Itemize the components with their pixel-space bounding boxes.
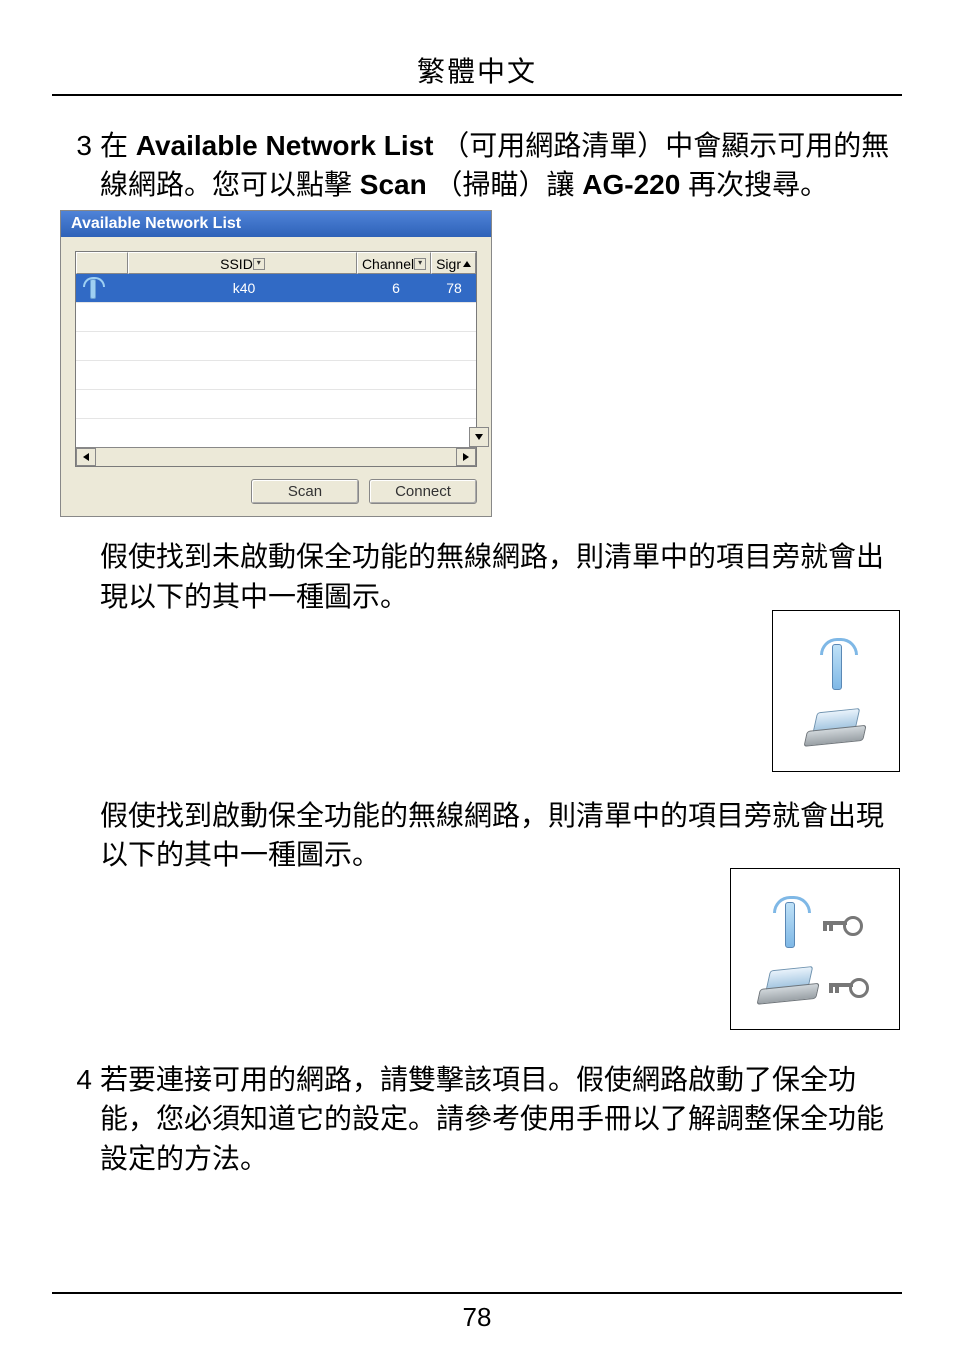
dropdown-icon[interactable]: ▾ [253, 258, 265, 270]
paragraph-secured: 假使找到啟動保全功能的無線網路，則清單中的項目旁就會出現以下的其中一種圖示。 [100, 796, 900, 874]
arrow-down-icon [475, 434, 483, 440]
step3-pre: 在 [100, 130, 136, 161]
step3-mid2: （掃瞄）讓 [435, 169, 583, 200]
network-row-channel: 6 [360, 274, 432, 302]
step3-text: 在 Available Network List （可用網路清單）中會顯示可用的… [100, 126, 902, 204]
step3-bold1: Available Network List [136, 130, 434, 161]
col-header-signal-label: Sigr [436, 256, 461, 272]
network-row-empty [76, 418, 476, 447]
key-icon [823, 914, 863, 932]
unsecured-icons-box [772, 610, 900, 772]
scroll-down-button[interactable] [469, 427, 489, 447]
col-header-signal[interactable]: Sigr [431, 252, 476, 274]
step3-bold2: Scan [360, 169, 427, 200]
arrow-right-icon [463, 453, 469, 461]
network-row-empty [76, 302, 476, 331]
network-list[interactable]: SSID ▾ Channel ▾ Sigr k40 6 [75, 251, 477, 467]
step3-post: 再次搜尋。 [688, 169, 828, 200]
key-icon [829, 976, 869, 994]
arrow-left-icon [83, 453, 89, 461]
horizontal-scrollbar[interactable] [76, 447, 476, 466]
step4-text: 若要連接可用的網路，請雙擊該項目。假使網路啟動了保全功能，您必須知道它的設定。請… [100, 1060, 902, 1178]
laptop-icon [756, 965, 821, 1005]
step4-number: 4 [52, 1060, 100, 1099]
network-row-ssid: k40 [128, 274, 360, 302]
scroll-left-button[interactable] [76, 448, 96, 466]
laptop-icon [803, 707, 868, 747]
panel-title: Available Network List [61, 211, 491, 237]
col-header-channel[interactable]: Channel ▾ [357, 252, 431, 274]
network-row-empty [76, 389, 476, 418]
network-row-empty [76, 360, 476, 389]
col-header-ssid[interactable]: SSID ▾ [128, 252, 357, 274]
ap-tower-icon [814, 638, 858, 692]
col-header-ssid-label: SSID [220, 256, 253, 272]
dropdown-icon[interactable]: ▾ [414, 258, 426, 270]
page-header: 繁體中文 [52, 50, 902, 96]
col-header-icon[interactable] [76, 252, 128, 274]
ap-tower-icon [80, 277, 104, 299]
step3-bold3: AG-220 [582, 169, 680, 200]
scroll-track[interactable] [96, 449, 456, 465]
connect-button[interactable]: Connect [369, 479, 477, 504]
sort-asc-icon[interactable] [463, 261, 471, 267]
page-number: 78 [52, 1292, 902, 1333]
network-row-empty [76, 331, 476, 360]
ap-tower-icon [767, 896, 811, 950]
network-row-signal: 78 [432, 274, 476, 302]
step3-number: 3 [52, 126, 100, 165]
available-network-panel: Available Network List SSID ▾ Channel ▾ … [60, 210, 492, 517]
scan-button[interactable]: Scan [251, 479, 359, 504]
network-row-selected[interactable]: k40 6 78 [76, 274, 476, 302]
paragraph-unsecured: 假使找到未啟動保全功能的無線網路，則清單中的項目旁就會出現以下的其中一種圖示。 [100, 537, 900, 615]
col-header-channel-label: Channel [362, 256, 414, 272]
scroll-right-button[interactable] [456, 448, 476, 466]
secured-icons-box [730, 868, 900, 1030]
